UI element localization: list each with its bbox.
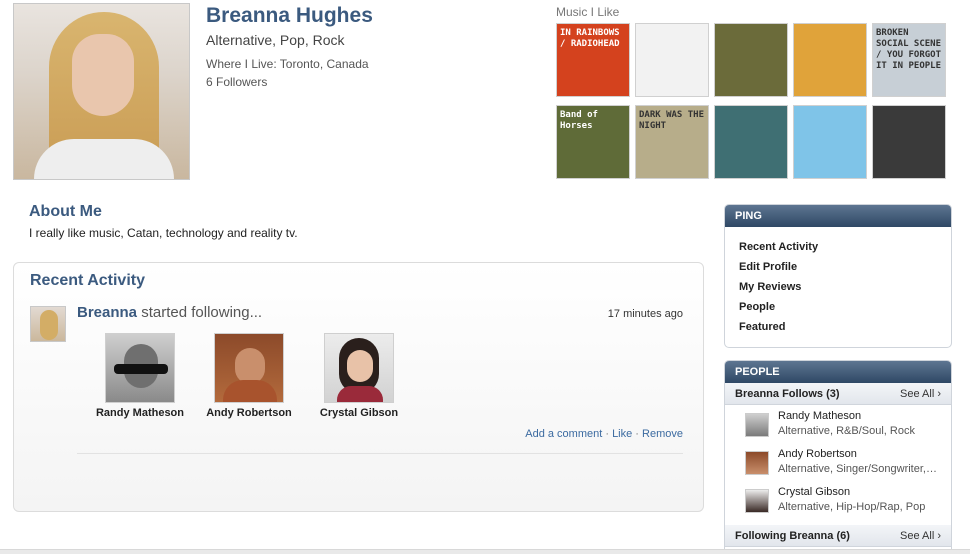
- person-row[interactable]: Andy Robertson Alternative, Singer/Songw…: [725, 443, 951, 481]
- following-header: Following Breanna (6) See All ›: [725, 525, 951, 547]
- friend-avatar[interactable]: [324, 333, 394, 403]
- friend-avatar[interactable]: [214, 333, 284, 403]
- album-cover[interactable]: [793, 23, 867, 97]
- ping-panel: PING Recent Activity Edit Profile My Rev…: [724, 204, 952, 348]
- friend-card[interactable]: Randy Matheson: [85, 333, 195, 419]
- ping-my-reviews-link[interactable]: My Reviews: [725, 277, 951, 297]
- link-separator: ·: [602, 428, 613, 440]
- activity-actions: Add a comment · Like · Remove: [525, 428, 683, 440]
- people-panel-title: PEOPLE: [725, 361, 951, 383]
- profile-name: Breanna Hughes: [206, 4, 373, 27]
- remove-link[interactable]: Remove: [642, 428, 683, 440]
- friend-name[interactable]: Randy Matheson: [85, 407, 195, 419]
- album-cover[interactable]: DARK WAS THE NIGHT: [635, 105, 709, 179]
- album-title: IN RAINBOWS / RADIOHEAD: [560, 28, 620, 49]
- person-row[interactable]: Crystal Gibson Alternative, Hip-Hop/Rap,…: [725, 481, 951, 519]
- see-all-following-link[interactable]: See All ›: [900, 530, 941, 542]
- person-name[interactable]: Randy Matheson: [778, 410, 861, 422]
- album-cover[interactable]: [793, 105, 867, 179]
- person-name[interactable]: Crystal Gibson: [778, 486, 850, 498]
- activity-divider: [77, 453, 683, 454]
- profile-photo: [13, 3, 190, 180]
- friend-avatar[interactable]: [105, 333, 175, 403]
- activity-user-link[interactable]: Breanna: [77, 304, 137, 321]
- ping-recent-activity-link[interactable]: Recent Activity: [725, 237, 951, 257]
- page-bottom-edge: [0, 549, 970, 554]
- ping-featured-link[interactable]: Featured: [725, 317, 951, 337]
- album-cover[interactable]: [635, 23, 709, 97]
- activity-title: Recent Activity: [30, 272, 145, 289]
- see-all-label: See All: [900, 388, 935, 400]
- activity-avatar[interactable]: [30, 306, 66, 342]
- person-genres: Alternative, Hip-Hop/Rap, Pop: [778, 501, 926, 513]
- recent-activity-panel: Recent Activity Breanna started followin…: [13, 262, 704, 512]
- follows-label: Breanna Follows (3): [735, 388, 840, 400]
- album-title: BROKEN SOCIAL SCENE / YOU FORGOT IT IN P…: [876, 28, 942, 71]
- see-all-label: See All: [900, 530, 935, 542]
- follows-header: Breanna Follows (3) See All ›: [725, 383, 951, 405]
- chevron-right-icon: ›: [937, 530, 941, 542]
- add-comment-link[interactable]: Add a comment: [525, 428, 602, 440]
- person-avatar[interactable]: [745, 489, 769, 513]
- followers-link[interactable]: 6 Followers: [206, 75, 267, 89]
- people-panel: PEOPLE Breanna Follows (3) See All › Ran…: [724, 360, 952, 554]
- album-cover[interactable]: IN RAINBOWS / RADIOHEAD: [556, 23, 630, 97]
- activity-time: 17 minutes ago: [607, 308, 683, 320]
- see-all-follows-link[interactable]: See All ›: [900, 388, 941, 400]
- friend-card[interactable]: Crystal Gibson: [304, 333, 414, 419]
- ping-edit-profile-link[interactable]: Edit Profile: [725, 257, 951, 277]
- link-separator: ·: [632, 428, 643, 440]
- person-name[interactable]: Andy Robertson: [778, 448, 857, 460]
- album-cover[interactable]: Band of Horses: [556, 105, 630, 179]
- chevron-right-icon: ›: [937, 388, 941, 400]
- profile-genres: Alternative, Pop, Rock: [206, 32, 345, 48]
- person-genres: Alternative, Singer/Songwriter, Indie: [778, 463, 938, 475]
- album-title: DARK WAS THE NIGHT: [639, 110, 705, 131]
- friend-name[interactable]: Crystal Gibson: [304, 407, 414, 419]
- album-cover[interactable]: [872, 105, 946, 179]
- person-genres: Alternative, R&B/Soul, Rock: [778, 425, 915, 437]
- like-link[interactable]: Like: [612, 428, 632, 440]
- person-row[interactable]: Randy Matheson Alternative, R&B/Soul, Ro…: [725, 405, 951, 443]
- ping-panel-title: PING: [725, 205, 951, 227]
- album-cover[interactable]: [714, 105, 788, 179]
- album-title: Band of Horses: [560, 110, 598, 131]
- about-title: About Me: [29, 203, 102, 220]
- ping-people-link[interactable]: People: [725, 297, 951, 317]
- about-text: I really like music, Catan, technology a…: [29, 226, 298, 240]
- following-label: Following Breanna (6): [735, 530, 850, 542]
- album-cover[interactable]: [714, 23, 788, 97]
- music-section-title: Music I Like: [556, 5, 620, 19]
- activity-action: started following...: [137, 304, 263, 321]
- profile-location: Where I Live: Toronto, Canada: [206, 57, 369, 71]
- friend-name[interactable]: Andy Robertson: [194, 407, 304, 419]
- friend-card[interactable]: Andy Robertson: [194, 333, 304, 419]
- person-avatar[interactable]: [745, 413, 769, 437]
- album-cover[interactable]: BROKEN SOCIAL SCENE / YOU FORGOT IT IN P…: [872, 23, 946, 97]
- person-avatar[interactable]: [745, 451, 769, 475]
- activity-text: Breanna started following...: [77, 304, 262, 321]
